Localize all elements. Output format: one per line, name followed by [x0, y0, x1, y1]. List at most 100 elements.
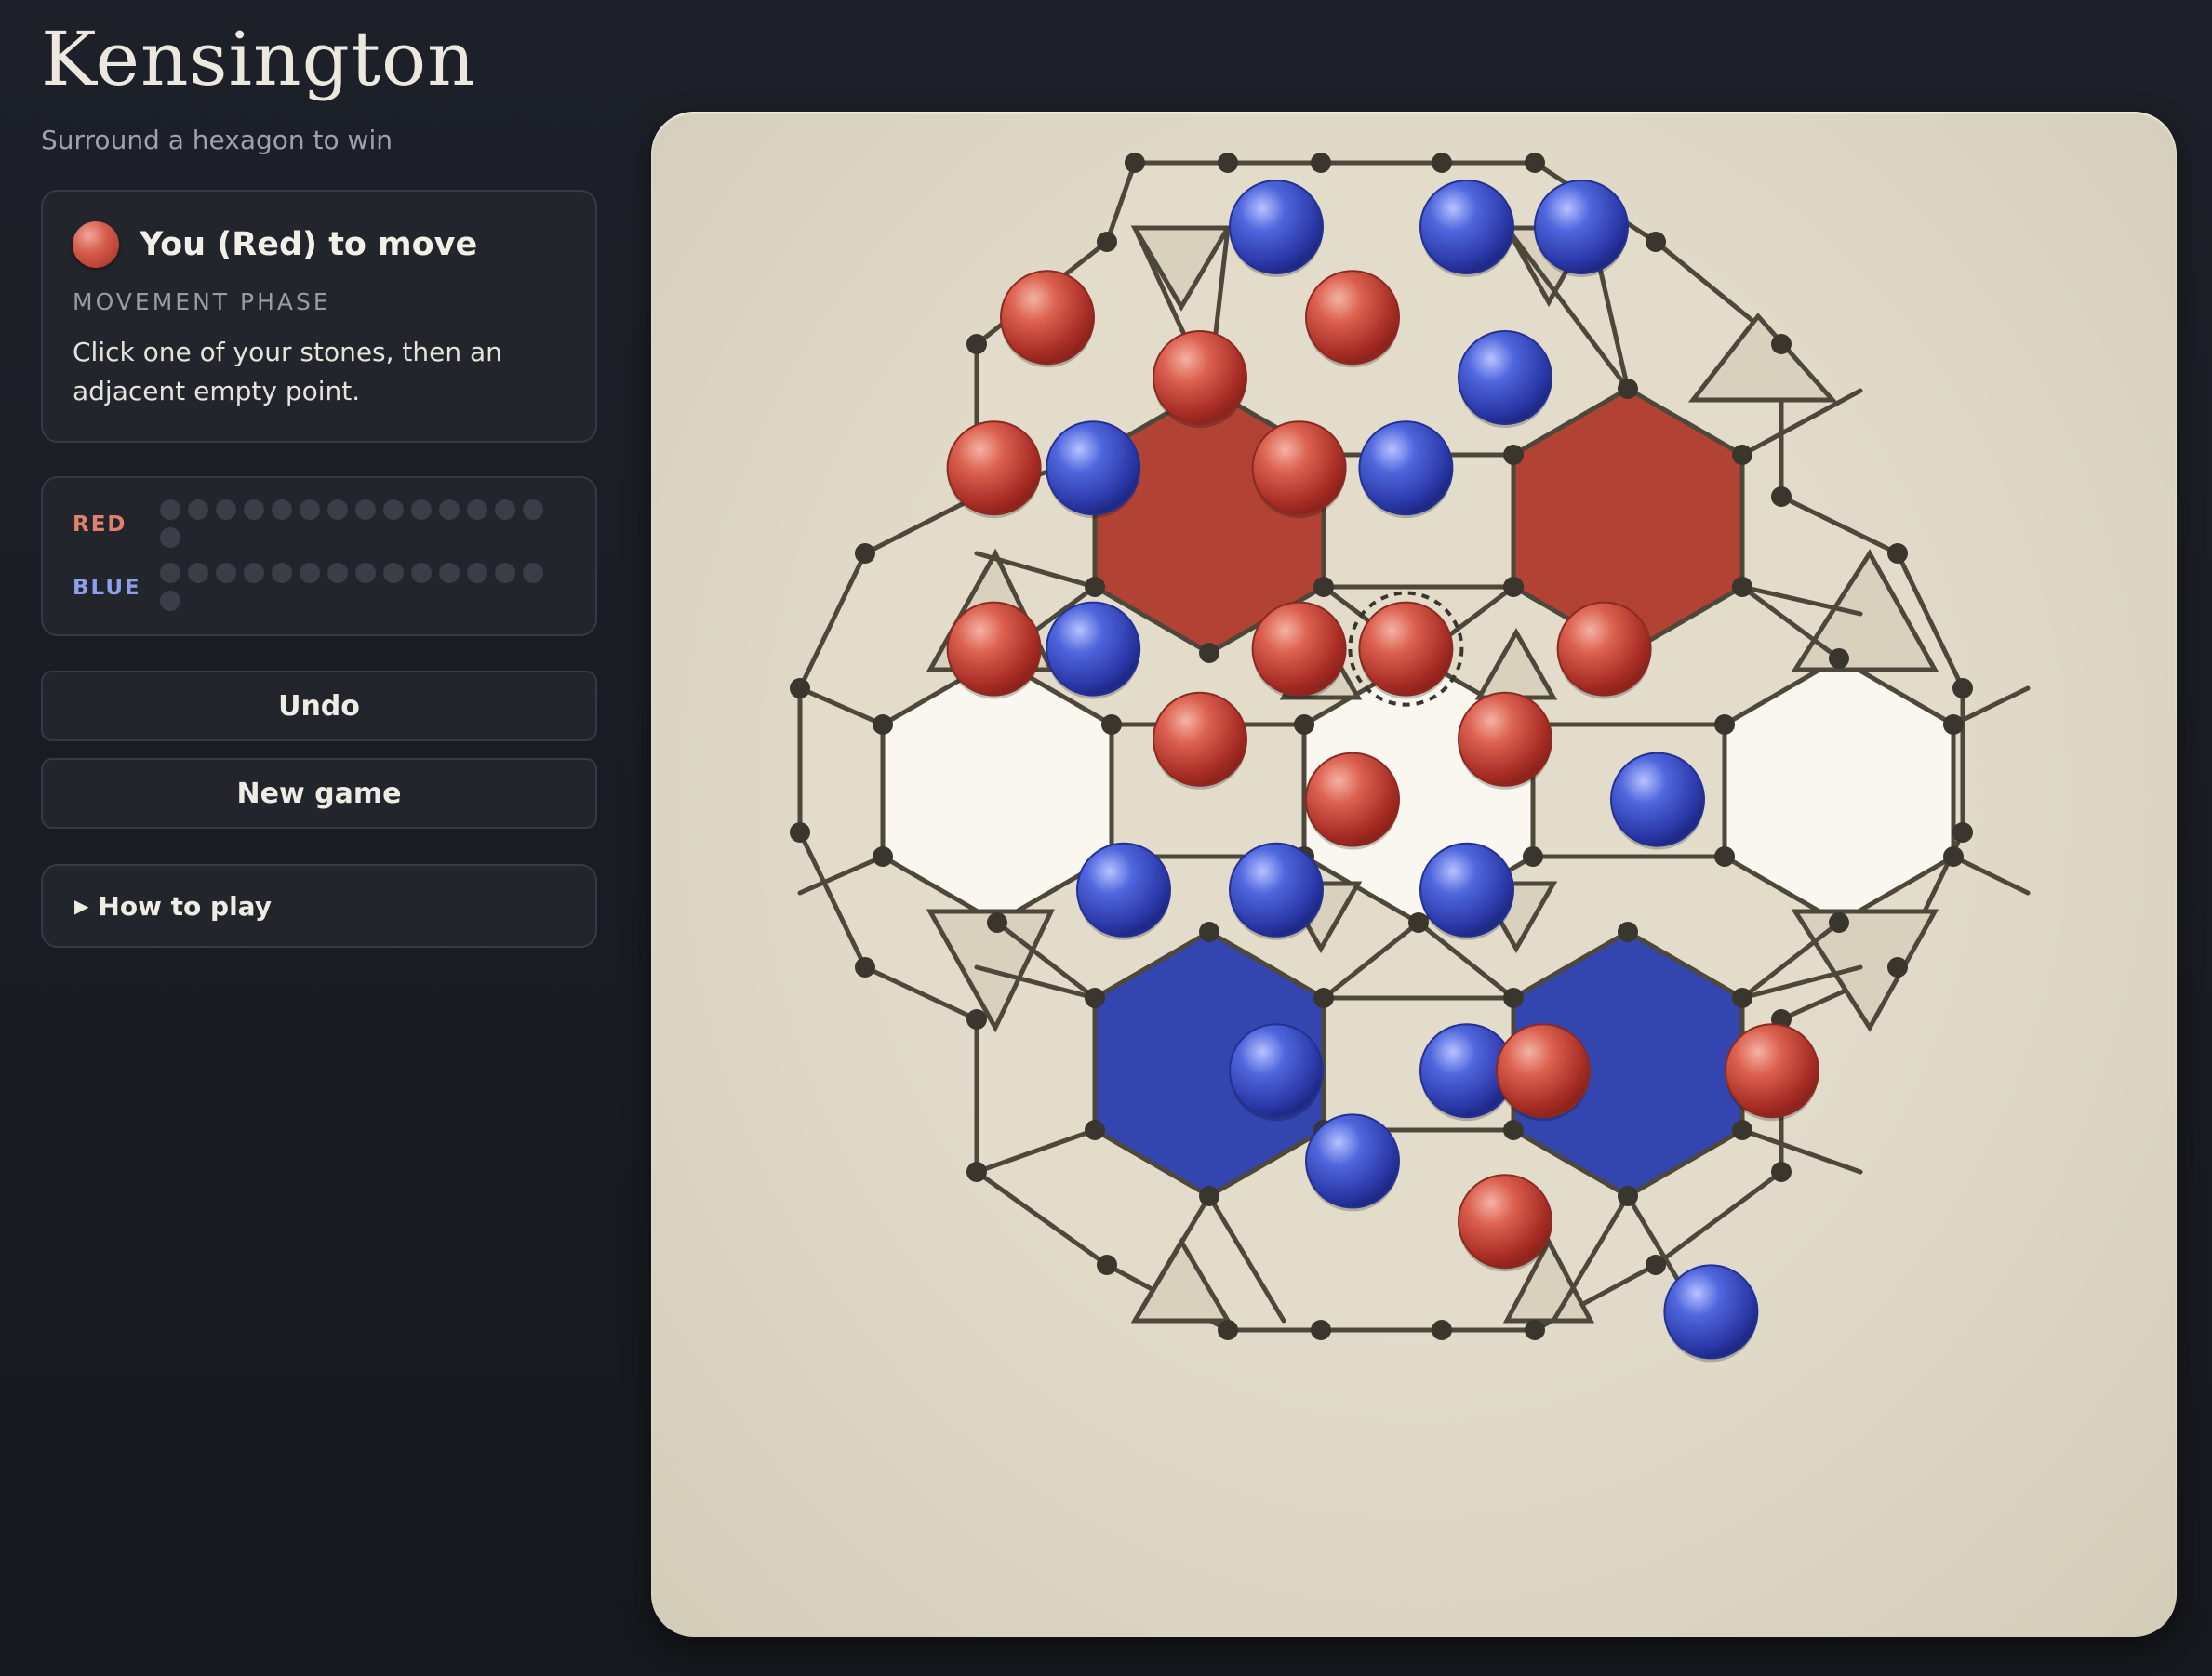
board-point [873, 714, 894, 735]
board-point [1952, 678, 1973, 698]
how-to-play-label: How to play [98, 890, 272, 922]
board-point [1432, 1320, 1452, 1340]
red-reserve-dot [160, 527, 180, 548]
board-point [790, 678, 810, 698]
blue-reserve-dot [160, 591, 180, 611]
how-to-play-toggle[interactable]: ▶ How to play [41, 864, 597, 948]
board-point [1887, 543, 1908, 564]
blue-reserve-dot [383, 563, 404, 583]
board-point [873, 846, 894, 867]
red-reserve-dot [355, 499, 376, 520]
board-point [1618, 379, 1638, 399]
red-stone[interactable] [1305, 752, 1400, 847]
red-stone[interactable] [1496, 1023, 1591, 1119]
red-reserve-dot [495, 499, 515, 520]
board-point [1432, 153, 1452, 173]
red-reserve-dot [439, 499, 460, 520]
blue-stone[interactable] [1663, 1264, 1759, 1360]
phase-label: MOVEMENT PHASE [73, 288, 331, 315]
red-stone[interactable] [1153, 330, 1247, 425]
board-point [855, 543, 875, 564]
blue-reserve-dot [244, 563, 264, 583]
status-panel: You (Red) to move MOVEMENT PHASE Click o… [41, 190, 597, 443]
red-reserve-dot [160, 499, 180, 520]
triangle-right-icon: ▶ [74, 895, 89, 917]
blue-stone[interactable] [1305, 1113, 1400, 1209]
blue-stone[interactable] [1046, 420, 1141, 516]
undo-button[interactable]: Undo [41, 671, 597, 741]
red-reserve-stones [160, 499, 551, 555]
board-point [1942, 846, 1964, 867]
red-stone[interactable] [1305, 270, 1400, 366]
blue-reserve-dot [411, 563, 432, 583]
red-stone[interactable] [1358, 601, 1454, 697]
board-point [1311, 153, 1331, 173]
board-edge [1951, 854, 2031, 896]
board-point [1525, 153, 1545, 173]
blue-reserve-stones [160, 563, 551, 619]
board-point [1952, 822, 1973, 843]
board-point [1503, 988, 1525, 1008]
red-stone[interactable] [1153, 691, 1247, 787]
board-svg[interactable] [651, 112, 2177, 1637]
blue-stone[interactable] [1458, 330, 1552, 425]
board-point [1503, 445, 1525, 465]
blue-reserve-dot [327, 563, 348, 583]
blue-reserve-dot [523, 563, 543, 583]
board-point [1313, 988, 1334, 1008]
board-point [855, 957, 875, 978]
blue-reserve-dot [272, 563, 292, 583]
board-point [1731, 1120, 1752, 1140]
red-stone[interactable] [1251, 601, 1347, 697]
red-stone[interactable] [1458, 1174, 1552, 1270]
red-stone[interactable] [1556, 601, 1652, 697]
board-point [1771, 334, 1792, 354]
red-stone[interactable] [1458, 691, 1552, 787]
red-reserve-dot [188, 499, 208, 520]
board-point [1714, 846, 1736, 867]
board-point [790, 822, 810, 843]
hint-text: Click one of your stones, then an adjace… [73, 337, 502, 406]
turn-text: You (Red) to move [140, 226, 478, 263]
board-point [1829, 912, 1849, 933]
board-point [966, 1162, 987, 1182]
blue-stone[interactable] [1229, 842, 1324, 938]
turn-indicator: You (Red) to move [73, 221, 477, 268]
board-point [1294, 714, 1315, 735]
red-stone[interactable] [946, 420, 1042, 516]
board-point [1218, 1320, 1238, 1340]
board-point [1097, 1255, 1117, 1275]
blue-stone[interactable] [1419, 180, 1514, 274]
red-stone[interactable] [1251, 420, 1347, 516]
game-board[interactable] [651, 112, 2177, 1637]
board-point [1085, 577, 1106, 597]
red-stone[interactable] [1000, 270, 1095, 366]
blue-stone[interactable] [1419, 842, 1514, 938]
board-point [987, 912, 1007, 933]
board-point [1646, 1255, 1666, 1275]
red-reserve-dot [300, 499, 320, 520]
red-reserve-label: RED [73, 512, 127, 537]
blue-stone[interactable] [1046, 601, 1141, 697]
red-reserve-dot [327, 499, 348, 520]
board-point [1714, 714, 1736, 735]
red-stone[interactable] [1725, 1023, 1819, 1119]
blue-stone[interactable] [1229, 1023, 1324, 1119]
red-stone-icon [73, 221, 119, 268]
blue-stone[interactable] [1534, 180, 1629, 274]
board-point [1731, 577, 1752, 597]
app-title: Kensington [41, 16, 476, 102]
blue-stone[interactable] [1076, 842, 1171, 938]
blue-stone[interactable] [1610, 752, 1705, 847]
blue-stone[interactable] [1229, 180, 1324, 274]
board-point [1646, 232, 1666, 252]
board-point [1199, 643, 1219, 663]
red-stone[interactable] [946, 601, 1042, 697]
blue-reserve-dot [495, 563, 515, 583]
new-game-button[interactable]: New game [41, 758, 597, 829]
blue-stone[interactable] [1358, 420, 1454, 516]
board-point [966, 334, 987, 354]
red-reserve-dot [272, 499, 292, 520]
board-point [1731, 988, 1752, 1008]
board-point [1085, 1120, 1106, 1140]
